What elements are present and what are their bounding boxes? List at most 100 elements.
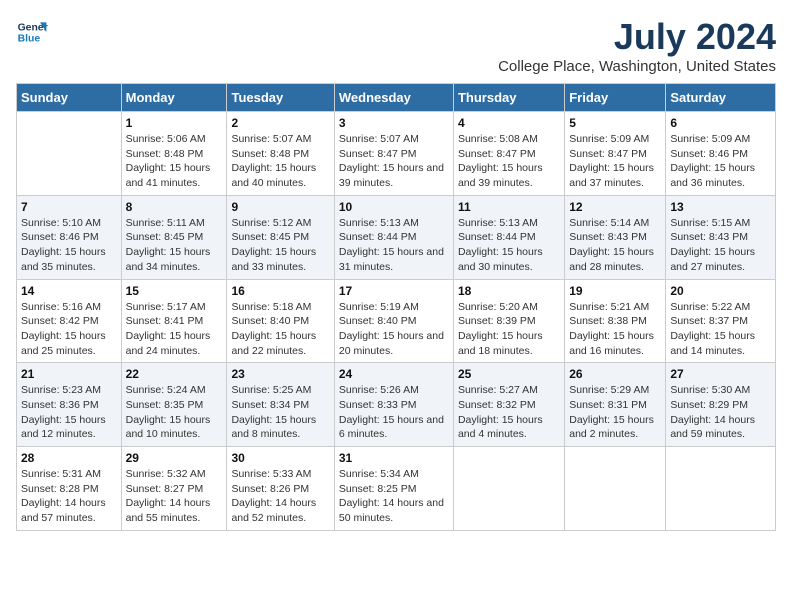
day-info: Sunrise: 5:22 AMSunset: 8:37 PMDaylight:… [670, 300, 771, 359]
weekday-header-sunday: Sunday [17, 84, 122, 112]
day-info: Sunrise: 5:23 AMSunset: 8:36 PMDaylight:… [21, 383, 117, 442]
svg-text:Blue: Blue [18, 34, 41, 45]
calendar-cell: 30 Sunrise: 5:33 AMSunset: 8:26 PMDayligh… [227, 447, 334, 531]
day-info: Sunrise: 5:26 AMSunset: 8:33 PMDaylight:… [339, 383, 449, 442]
day-info: Sunrise: 5:06 AMSunset: 8:48 PMDaylight:… [126, 132, 223, 191]
day-info: Sunrise: 5:07 AMSunset: 8:48 PMDaylight:… [231, 132, 329, 191]
day-info: Sunrise: 5:08 AMSunset: 8:47 PMDaylight:… [458, 132, 560, 191]
calendar-cell: 7Sunrise: 5:10 AMSunset: 8:46 PMDaylight… [17, 195, 122, 279]
day-info: Sunrise: 5:20 AMSunset: 8:39 PMDaylight:… [458, 300, 560, 359]
day-number: 9 [231, 200, 329, 214]
day-info: Sunrise: 5:24 AMSunset: 8:35 PMDaylight:… [126, 383, 223, 442]
title-area: July 2024 College Place, Washington, Uni… [498, 16, 776, 75]
day-info: Sunrise: 5:34 AMSunset: 8:25 PMDaylight:… [339, 467, 449, 526]
day-number: 27 [670, 367, 771, 381]
day-number: 29 [126, 451, 223, 465]
day-number: 22 [126, 367, 223, 381]
calendar-cell: 20 Sunrise: 5:22 AMSunset: 8:37 PMDayligh… [666, 279, 776, 363]
calendar-cell: 4 Sunrise: 5:08 AMSunset: 8:47 PMDaylight… [453, 112, 564, 196]
calendar-cell: 5 Sunrise: 5:09 AMSunset: 8:47 PMDaylight… [565, 112, 666, 196]
day-number: 8 [126, 200, 223, 214]
day-number: 26 [569, 367, 661, 381]
calendar-cell: 15 Sunrise: 5:17 AMSunset: 8:41 PMDayligh… [121, 279, 227, 363]
page-header: General Blue July 2024 College Place, Wa… [16, 16, 776, 75]
day-number: 1 [126, 116, 223, 130]
calendar-cell: 22 Sunrise: 5:24 AMSunset: 8:35 PMDayligh… [121, 363, 227, 447]
day-info: Sunrise: 5:15 AMSunset: 8:43 PMDaylight:… [670, 216, 771, 275]
calendar-cell: 17Sunrise: 5:19 AMSunset: 8:40 PMDayligh… [334, 279, 453, 363]
day-info: Sunrise: 5:21 AMSunset: 8:38 PMDaylight:… [569, 300, 661, 359]
day-number: 18 [458, 284, 560, 298]
day-number: 5 [569, 116, 661, 130]
day-info: Sunrise: 5:33 AMSunset: 8:26 PMDaylight:… [231, 467, 329, 526]
calendar-week-row: 28 Sunrise: 5:31 AMSunset: 8:28 PMDayligh… [17, 447, 776, 531]
weekday-header-tuesday: Tuesday [227, 84, 334, 112]
day-info: Sunrise: 5:27 AMSunset: 8:32 PMDaylight:… [458, 383, 560, 442]
calendar-week-row: 14Sunrise: 5:16 AMSunset: 8:42 PMDayligh… [17, 279, 776, 363]
calendar-cell: 10Sunrise: 5:13 AMSunset: 8:44 PMDayligh… [334, 195, 453, 279]
day-number: 31 [339, 451, 449, 465]
day-info: Sunrise: 5:13 AMSunset: 8:44 PMDaylight:… [339, 216, 449, 275]
calendar-cell: 8 Sunrise: 5:11 AMSunset: 8:45 PMDaylight… [121, 195, 227, 279]
day-info: Sunrise: 5:09 AMSunset: 8:46 PMDaylight:… [670, 132, 771, 191]
calendar-cell: 19 Sunrise: 5:21 AMSunset: 8:38 PMDayligh… [565, 279, 666, 363]
calendar-cell: 2 Sunrise: 5:07 AMSunset: 8:48 PMDaylight… [227, 112, 334, 196]
day-number: 28 [21, 451, 117, 465]
calendar-cell: 27Sunrise: 5:30 AMSunset: 8:29 PMDayligh… [666, 363, 776, 447]
calendar-cell: 23 Sunrise: 5:25 AMSunset: 8:34 PMDayligh… [227, 363, 334, 447]
calendar-table: SundayMondayTuesdayWednesdayThursdayFrid… [16, 83, 776, 531]
weekday-header-saturday: Saturday [666, 84, 776, 112]
day-info: Sunrise: 5:14 AMSunset: 8:43 PMDaylight:… [569, 216, 661, 275]
day-number: 24 [339, 367, 449, 381]
day-number: 19 [569, 284, 661, 298]
calendar-cell: 1 Sunrise: 5:06 AMSunset: 8:48 PMDaylight… [121, 112, 227, 196]
weekday-header-row: SundayMondayTuesdayWednesdayThursdayFrid… [17, 84, 776, 112]
day-number: 4 [458, 116, 560, 130]
day-number: 14 [21, 284, 117, 298]
day-number: 15 [126, 284, 223, 298]
logo: General Blue [16, 16, 48, 48]
day-info: Sunrise: 5:17 AMSunset: 8:41 PMDaylight:… [126, 300, 223, 359]
day-number: 2 [231, 116, 329, 130]
day-info: Sunrise: 5:29 AMSunset: 8:31 PMDaylight:… [569, 383, 661, 442]
day-info: Sunrise: 5:07 AMSunset: 8:47 PMDaylight:… [339, 132, 449, 191]
calendar-cell: 12 Sunrise: 5:14 AMSunset: 8:43 PMDayligh… [565, 195, 666, 279]
calendar-week-row: 1 Sunrise: 5:06 AMSunset: 8:48 PMDaylight… [17, 112, 776, 196]
calendar-cell [565, 447, 666, 531]
day-number: 23 [231, 367, 329, 381]
day-info: Sunrise: 5:31 AMSunset: 8:28 PMDaylight:… [21, 467, 117, 526]
weekday-header-wednesday: Wednesday [334, 84, 453, 112]
calendar-cell: 21 Sunrise: 5:23 AMSunset: 8:36 PMDayligh… [17, 363, 122, 447]
calendar-cell: 29Sunrise: 5:32 AMSunset: 8:27 PMDayligh… [121, 447, 227, 531]
weekday-header-monday: Monday [121, 84, 227, 112]
day-info: Sunrise: 5:18 AMSunset: 8:40 PMDaylight:… [231, 300, 329, 359]
calendar-cell: 13Sunrise: 5:15 AMSunset: 8:43 PMDayligh… [666, 195, 776, 279]
logo-icon: General Blue [16, 16, 48, 48]
day-info: Sunrise: 5:11 AMSunset: 8:45 PMDaylight:… [126, 216, 223, 275]
day-info: Sunrise: 5:25 AMSunset: 8:34 PMDaylight:… [231, 383, 329, 442]
calendar-cell: 11 Sunrise: 5:13 AMSunset: 8:44 PMDayligh… [453, 195, 564, 279]
day-number: 3 [339, 116, 449, 130]
day-info: Sunrise: 5:13 AMSunset: 8:44 PMDaylight:… [458, 216, 560, 275]
day-number: 12 [569, 200, 661, 214]
day-number: 30 [231, 451, 329, 465]
calendar-week-row: 21 Sunrise: 5:23 AMSunset: 8:36 PMDayligh… [17, 363, 776, 447]
calendar-cell: 3 Sunrise: 5:07 AMSunset: 8:47 PMDaylight… [334, 112, 453, 196]
calendar-cell: 16Sunrise: 5:18 AMSunset: 8:40 PMDayligh… [227, 279, 334, 363]
calendar-cell: 28 Sunrise: 5:31 AMSunset: 8:28 PMDayligh… [17, 447, 122, 531]
day-number: 6 [670, 116, 771, 130]
calendar-cell: 18 Sunrise: 5:20 AMSunset: 8:39 PMDayligh… [453, 279, 564, 363]
calendar-week-row: 7Sunrise: 5:10 AMSunset: 8:46 PMDaylight… [17, 195, 776, 279]
calendar-cell [17, 112, 122, 196]
weekday-header-thursday: Thursday [453, 84, 564, 112]
calendar-cell: 6 Sunrise: 5:09 AMSunset: 8:46 PMDaylight… [666, 112, 776, 196]
day-number: 20 [670, 284, 771, 298]
day-info: Sunrise: 5:09 AMSunset: 8:47 PMDaylight:… [569, 132, 661, 191]
calendar-cell: 25 Sunrise: 5:27 AMSunset: 8:32 PMDayligh… [453, 363, 564, 447]
day-info: Sunrise: 5:12 AMSunset: 8:45 PMDaylight:… [231, 216, 329, 275]
day-number: 21 [21, 367, 117, 381]
day-number: 11 [458, 200, 560, 214]
page-title: July 2024 [498, 16, 776, 58]
calendar-cell [453, 447, 564, 531]
day-number: 25 [458, 367, 560, 381]
